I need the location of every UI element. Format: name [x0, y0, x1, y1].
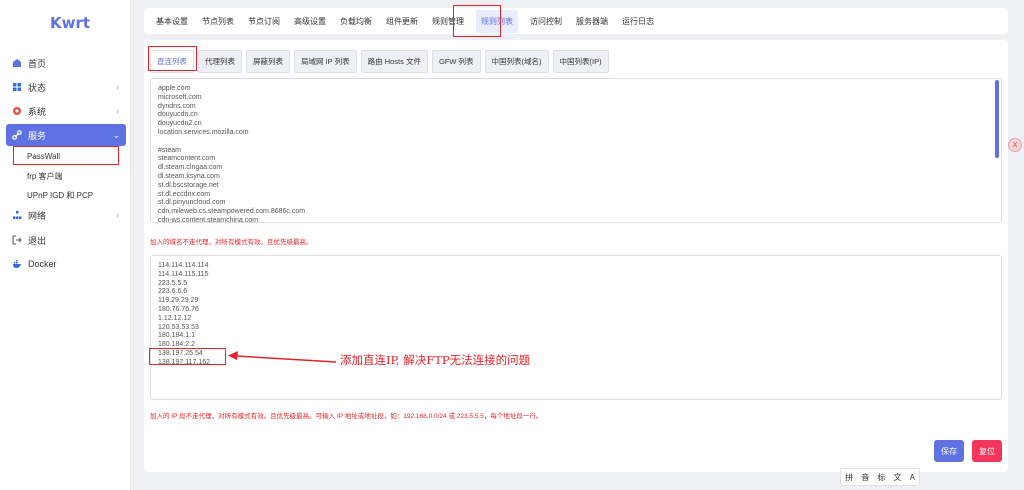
logout-icon — [12, 235, 22, 245]
ip_list-line: 1.12.12.12 — [158, 314, 192, 322]
sidebar-item-label: 状态 — [28, 82, 47, 93]
ip_list-line: 180.184.1.1 — [158, 332, 195, 340]
ip-hint: 加入的 IP 段不走代理，对所有模式有效。且优先级最高。可输入 IP 地址或地址… — [150, 413, 543, 420]
ip_list-line: 119.29.29.29 — [158, 297, 199, 305]
sidebar-item-label: 服务 — [28, 130, 47, 141]
ip_list-line: 223.6.6.6 — [158, 288, 188, 296]
domain_list-line: st.dl.bscstorage.net — [158, 181, 219, 189]
domain_list-line: steamcontent.com — [158, 155, 216, 163]
subtab-direct-list[interactable]: 直连列表 — [150, 50, 194, 73]
tab-run-log[interactable]: 运行日志 — [620, 10, 656, 33]
subtab-china-ip[interactable]: 中国列表(IP) — [552, 50, 609, 73]
tab-component-update[interactable]: 组件更新 — [384, 10, 420, 33]
subtab-gfw-list[interactable]: GFW 列表 — [431, 50, 481, 73]
chevron-right-icon: › — [116, 106, 119, 116]
gear-icon — [12, 106, 22, 116]
domain_list-line: cdn-ws.content.steamchina.com — [158, 216, 258, 223]
sidebar-item-logout[interactable]: 退出 — [0, 229, 131, 251]
domain_list-line: st.dl.eccdnx.com — [158, 190, 211, 198]
sidebar-item-label: 退出 — [28, 235, 47, 246]
ime-item[interactable]: A — [910, 473, 915, 482]
tab-server[interactable]: 服务器端 — [574, 10, 610, 33]
subtab-route-hosts[interactable]: 路由 Hosts 文件 — [360, 50, 428, 73]
reset-button[interactable]: 复位 — [972, 440, 1002, 462]
sidebar-item-home[interactable]: 首页 — [0, 52, 131, 74]
sidebar-item-label: Docker — [28, 259, 57, 269]
tab-node-subscribe[interactable]: 节点订阅 — [246, 10, 282, 33]
arrow-icon — [228, 351, 337, 363]
sidebar-item-services[interactable]: 服务 ⌄ — [6, 124, 126, 146]
domain_list-line: cdn.mileweb.cs.steampowered.com.8686c.co… — [158, 208, 306, 216]
domain-lines: apple.com microsoft.com dyndns.com douyucdn… — [158, 85, 994, 223]
domain_list-line: st.dl.pinyuncloud.com — [158, 199, 226, 207]
tab-advanced-settings[interactable]: 高级设置 — [292, 10, 328, 33]
direct-domain-textarea[interactable]: apple.com microsoft.com dyndns.com douyucdn… — [150, 78, 1002, 223]
ime-item[interactable]: 标 — [877, 472, 885, 483]
tab-load-balance[interactable]: 负载均衡 — [338, 10, 374, 33]
annotation-text: 添加直连IP, 解决FTP无法连接的问题 — [340, 353, 531, 367]
subtab-proxy-list[interactable]: 代理列表 — [198, 50, 242, 73]
domain_list-line: microsoft.com — [158, 93, 202, 101]
ip_list-line: 114.114.114.114 — [158, 262, 209, 269]
sidebar: Kwrt 首页 状态 › 系统 › 服务 ⌄ PassWall frp 客户端 … — [0, 0, 131, 490]
domain_list-line: #steam — [158, 146, 181, 154]
domain_list-line: apple.com — [158, 85, 191, 92]
chevron-right-icon: › — [116, 82, 119, 92]
sidebar-subitem-frp[interactable]: frp 客户端 — [27, 171, 63, 182]
tab-rule-list[interactable]: 规则列表 — [476, 9, 518, 33]
ime-item[interactable]: 拼 — [845, 472, 853, 483]
logo: Kwrt — [50, 14, 91, 32]
subtab-china-domain[interactable]: 中国列表(域名) — [484, 50, 549, 73]
top-tab-bar: 基本设置 节点列表 节点订阅 高级设置 负载均衡 组件更新 规则管理 规则列表 … — [144, 8, 1008, 34]
network-icon — [12, 210, 22, 220]
sidebar-item-status[interactable]: 状态 › — [0, 76, 131, 98]
link-icon — [12, 130, 22, 140]
domain_list-line: dl.steam.clngaa.com — [158, 164, 223, 172]
ime-item[interactable]: 文 — [893, 472, 901, 483]
ip_list-line: 223.5.5.5 — [158, 279, 188, 287]
sidebar-item-system[interactable]: 系统 › — [0, 100, 131, 122]
domain_list-line: dl.steam.ksyna.com — [158, 172, 220, 180]
docker-icon — [12, 259, 22, 269]
scrollbar[interactable] — [995, 80, 999, 158]
status-icon — [12, 82, 22, 92]
ip_list-line: 180.76.76.76 — [158, 305, 199, 313]
ip_list-line: 120.53.53.53 — [158, 323, 199, 331]
save-button[interactable]: 保存 — [934, 440, 964, 462]
sidebar-item-network[interactable]: 网络 › — [0, 204, 131, 226]
sidebar-subitem-upnp[interactable]: UPnP IGD 和 PCP — [27, 190, 93, 201]
subtab-lan-ip-list[interactable]: 局域网 IP 列表 — [294, 50, 357, 73]
domain_list-line: douyucdn2.cn — [158, 120, 202, 128]
sidebar-item-label: 首页 — [28, 58, 47, 69]
sub-tab-bar: 直连列表 代理列表 屏蔽列表 局域网 IP 列表 路由 Hosts 文件 GFW… — [150, 50, 613, 73]
subtab-block-list[interactable]: 屏蔽列表 — [246, 50, 290, 73]
domain-hint: 加入的域名不走代理，对所有模式有效。且优先级最高。 — [150, 239, 313, 246]
domain_list-line — [158, 138, 994, 147]
dashboard-icon — [12, 58, 22, 68]
sidebar-item-label: 系统 — [28, 106, 47, 117]
tab-access-control[interactable]: 访问控制 — [528, 10, 564, 33]
direct-ip-textarea[interactable]: 114.114.114.114 114.114.115.115 223.5.5.5 2… — [150, 255, 1002, 400]
domain_list-line: location.services.mozilla.com — [158, 128, 249, 136]
ime-toolbar[interactable]: 拼 音 标 文 A — [840, 468, 920, 486]
domain_list-line: douyucdn.cn — [158, 111, 198, 119]
tab-rule-manage[interactable]: 规则管理 — [430, 10, 466, 33]
sidebar-item-label: 网络 — [28, 210, 47, 221]
sidebar-subitem-passwall[interactable]: PassWall — [27, 152, 60, 161]
domain_list-line: dyndns.com — [158, 102, 196, 110]
ime-item[interactable]: 音 — [861, 472, 869, 483]
ip_list-line: 114.114.115.115 — [158, 270, 209, 278]
chevron-right-icon: › — [116, 210, 119, 220]
sidebar-item-docker[interactable]: Docker — [0, 253, 131, 275]
chevron-down-icon: ⌄ — [112, 129, 120, 140]
floating-badge[interactable]: X — [1008, 138, 1022, 152]
tab-node-list[interactable]: 节点列表 — [200, 10, 236, 33]
tab-basic-settings[interactable]: 基本设置 — [154, 10, 190, 33]
